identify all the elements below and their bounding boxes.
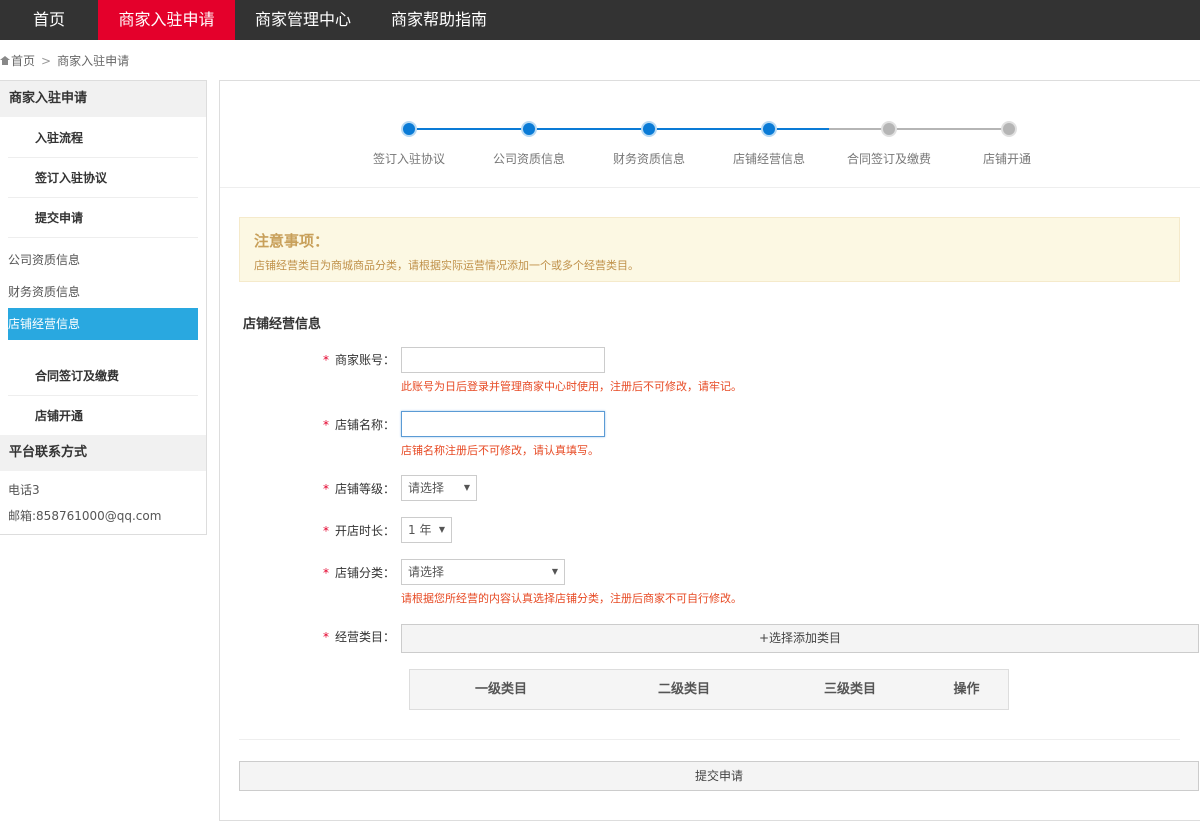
- chevron-down-icon: ▼: [551, 567, 558, 576]
- sidebar-item-finance-info[interactable]: 财务资质信息: [8, 282, 80, 302]
- divider: [220, 187, 1200, 188]
- contact-email: 邮箱:858761000@qq.com: [8, 509, 162, 523]
- sidebar-divider: [8, 237, 198, 238]
- section-title: 店铺经营信息: [243, 317, 322, 332]
- required-star: *: [322, 566, 329, 580]
- step-connector: [769, 128, 829, 130]
- store-name-label: * 店铺名称：: [220, 416, 395, 433]
- notice-box: 注意事项： 店铺经营类目为商城商品分类，请根据实际运营情况添加一个或多个经营类目…: [239, 217, 1180, 282]
- account-input[interactable]: [401, 347, 605, 373]
- nav-merchant-apply[interactable]: 商家入驻申请: [98, 0, 235, 40]
- table-header: 一级类目: [474, 682, 527, 697]
- breadcrumb-home[interactable]: 首页: [11, 53, 35, 69]
- nav-merchant-center[interactable]: 商家管理中心: [235, 0, 371, 40]
- sidebar-header-contact: 平台联系方式: [0, 435, 206, 471]
- table-header: 二级类目: [657, 682, 710, 697]
- account-label: * 商家账号：: [220, 351, 395, 368]
- step-label: 公司资质信息: [492, 152, 565, 166]
- store-category-label: * 店铺分类：: [220, 564, 395, 581]
- step-dot: [523, 123, 535, 135]
- step-label: 签订入驻协议: [372, 152, 445, 166]
- store-name-input[interactable]: [401, 411, 605, 437]
- duration-label: * 开店时长：: [220, 522, 395, 539]
- sidebar-item-company-info[interactable]: 公司资质信息: [8, 250, 80, 270]
- business-category-label-text: 经营类目：: [334, 630, 395, 644]
- step-connector: [889, 128, 1009, 130]
- required-star: *: [322, 353, 329, 367]
- contact-phone: 电话3: [8, 483, 40, 497]
- business-category-label: * 经营类目：: [220, 628, 395, 645]
- store-category-hint: 请根据您所经营的内容认真选择店铺分类，注册后商家不可自行修改。: [401, 592, 742, 605]
- sidebar-item-contract[interactable]: 合同签订及缴费: [35, 366, 119, 386]
- store-name-hint: 店铺名称注册后不可修改，请认真填写。: [401, 444, 599, 457]
- step-label: 财务资质信息: [612, 152, 685, 166]
- store-level-label: * 店铺等级：: [220, 480, 395, 497]
- divider: [239, 739, 1180, 740]
- step-connector: [649, 128, 769, 130]
- sidebar-header-apply: 商家入驻申请: [0, 81, 206, 117]
- store-level-label-text: 店铺等级：: [334, 482, 395, 496]
- store-level-value: 请选择: [408, 481, 445, 495]
- step-dot: [403, 123, 415, 135]
- account-hint: 此账号为日后登录并管理商家中心时使用，注册后不可修改，请牢记。: [401, 380, 742, 393]
- account-label-text: 商家账号：: [334, 353, 395, 367]
- breadcrumb-current: 商家入驻申请: [57, 53, 130, 68]
- store-level-select[interactable]: 请选择 ▼: [401, 475, 477, 501]
- chevron-down-icon: ▼: [438, 525, 445, 534]
- step-dot: [763, 123, 775, 135]
- sidebar-item-submit[interactable]: 提交申请: [35, 208, 83, 228]
- required-star: *: [322, 418, 329, 432]
- notice-title: 注意事项：: [254, 232, 330, 250]
- step-dot: [1003, 123, 1015, 135]
- required-star: *: [322, 630, 329, 644]
- chevron-down-icon: ▼: [463, 483, 470, 492]
- step-label: 合同签订及缴费: [846, 152, 931, 166]
- nav-help-guide[interactable]: 商家帮助指南: [371, 0, 507, 40]
- breadcrumb: 首页 > 商家入驻申请: [0, 52, 129, 68]
- step-dot: [883, 123, 895, 135]
- chevron-right-icon: >: [41, 53, 52, 68]
- nav-home[interactable]: 首页: [0, 0, 98, 40]
- category-table: 一级类目 二级类目 三级类目 操作: [409, 669, 1009, 710]
- step-label: 店铺开通: [982, 152, 1031, 166]
- home-icon: [0, 56, 10, 65]
- step-dot: [643, 123, 655, 135]
- submit-button[interactable]: 提交申请: [239, 761, 1199, 791]
- step-connector: [829, 128, 889, 130]
- sidebar-item-store-open[interactable]: 店铺开通: [35, 406, 83, 426]
- store-category-select[interactable]: 请选择 ▼: [401, 559, 565, 585]
- duration-label-text: 开店时长：: [334, 524, 395, 538]
- sidebar-item-process[interactable]: 入驻流程: [35, 128, 83, 148]
- required-star: *: [322, 482, 329, 496]
- step-label: 店铺经营信息: [732, 152, 805, 166]
- table-header: 三级类目: [823, 682, 876, 697]
- add-category-button[interactable]: +选择添加类目: [401, 624, 1199, 653]
- step-connector: [529, 128, 649, 130]
- duration-value: 1 年: [408, 523, 432, 537]
- required-star: *: [322, 524, 329, 538]
- main-panel: 签订入驻协议 公司资质信息 财务资质信息 店铺经营信息 合同签订及缴费 店铺开通…: [219, 80, 1200, 821]
- sidebar-item-store-info[interactable]: 店铺经营信息: [8, 308, 198, 340]
- sidebar-divider: [8, 157, 198, 158]
- sidebar-divider: [8, 395, 198, 396]
- sidebar-item-agreement[interactable]: 签订入驻协议: [35, 168, 107, 188]
- step-connector: [409, 128, 529, 130]
- duration-select[interactable]: 1 年 ▼: [401, 517, 452, 543]
- table-header: 操作: [953, 682, 980, 697]
- store-category-label-text: 店铺分类：: [334, 566, 395, 580]
- top-navigation: 首页 商家入驻申请 商家管理中心 商家帮助指南: [0, 0, 1200, 40]
- notice-text: 店铺经营类目为商城商品分类，请根据实际运营情况添加一个或多个经营类目。: [254, 259, 639, 272]
- store-name-label-text: 店铺名称：: [334, 418, 395, 432]
- sidebar: 商家入驻申请 入驻流程 签订入驻协议 提交申请 公司资质信息 财务资质信息 店铺…: [0, 80, 207, 535]
- sidebar-divider: [8, 197, 198, 198]
- store-category-value: 请选择: [408, 565, 445, 579]
